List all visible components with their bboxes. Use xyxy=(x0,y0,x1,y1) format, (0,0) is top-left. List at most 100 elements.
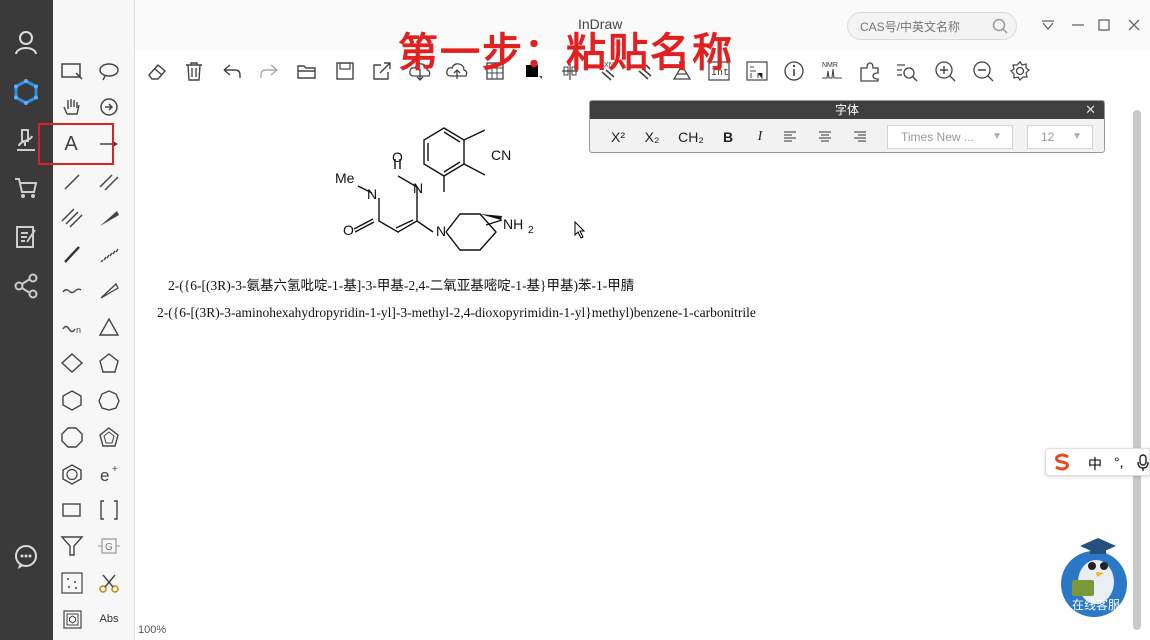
align-left-icon[interactable] xyxy=(780,126,800,148)
vertical-scrollbar[interactable] xyxy=(1133,110,1141,630)
settings-gear-icon[interactable] xyxy=(1006,58,1034,84)
svg-text:n: n xyxy=(76,325,81,335)
eraser-icon[interactable] xyxy=(143,58,171,84)
wavy-bond-icon[interactable] xyxy=(54,274,90,306)
bracket-tool-icon[interactable] xyxy=(91,494,127,526)
font-size-select[interactable]: 12 ▼ xyxy=(1027,125,1093,149)
zoom-out-icon[interactable] xyxy=(969,58,997,84)
molecule-logo-icon[interactable] xyxy=(10,76,42,108)
n-piperidine-label: N xyxy=(436,223,446,239)
pentagon-ring-icon[interactable] xyxy=(91,347,127,379)
nmr-button[interactable]: NMR xyxy=(818,58,846,84)
minimize-icon[interactable] xyxy=(1067,14,1089,36)
template-icon[interactable] xyxy=(54,603,90,635)
font-family-select[interactable]: Times New ... ▼ xyxy=(887,125,1013,149)
triple-bond-icon[interactable] xyxy=(54,201,90,233)
hexagon-ring-icon[interactable] xyxy=(54,384,90,416)
online-service-widget[interactable]: 在线客服 xyxy=(1058,532,1130,618)
triangle-ring-icon[interactable] xyxy=(91,311,127,343)
align-right-icon[interactable] xyxy=(850,126,870,148)
align-center-icon[interactable] xyxy=(815,126,835,148)
text-tool-highlight xyxy=(38,123,114,165)
collapse-menu-icon[interactable] xyxy=(1037,14,1059,36)
notebook-icon[interactable] xyxy=(10,221,42,253)
ime-punct-label[interactable]: °, xyxy=(1114,454,1124,470)
zoom-in-icon[interactable] xyxy=(931,58,959,84)
benzene-ring-icon[interactable] xyxy=(54,458,90,490)
undo-icon[interactable] xyxy=(218,58,246,84)
search-structure-icon[interactable] xyxy=(893,58,921,84)
font-panel-title: 字体 xyxy=(834,103,859,117)
chain-tool-icon[interactable]: n xyxy=(54,311,90,343)
step-title: 第一步：粘贴名称 xyxy=(398,30,734,76)
sogou-logo-icon[interactable] xyxy=(1053,452,1071,475)
nmr-label: NMR xyxy=(822,62,838,69)
rotate-icon[interactable] xyxy=(91,91,127,123)
svg-text:G: G xyxy=(105,542,113,553)
font-panel-header: 字体 ✕ xyxy=(590,101,1104,119)
n3-label: N xyxy=(367,186,377,202)
cart-icon[interactable] xyxy=(10,172,42,204)
rectangle-shape-icon[interactable] xyxy=(54,494,90,526)
single-bond-icon[interactable] xyxy=(54,166,90,198)
group-tool-icon[interactable]: G xyxy=(91,530,127,562)
service-label: 在线客服 xyxy=(1071,598,1120,612)
wedge-bond-icon[interactable] xyxy=(91,201,127,233)
molecule-structure: CN Me N N N O O NH 2 xyxy=(335,127,534,251)
scissors-icon[interactable] xyxy=(91,567,127,599)
heptagon-ring-icon[interactable] xyxy=(91,384,127,416)
lasso-icon[interactable] xyxy=(91,55,127,87)
drawing-canvas[interactable] xyxy=(135,92,1150,640)
superscript-button[interactable]: X² xyxy=(607,126,629,148)
puzzle-icon[interactable] xyxy=(856,58,884,84)
mouse-cursor-icon xyxy=(574,221,586,239)
chevron-down-icon: ▼ xyxy=(992,131,1002,142)
cas-search-box[interactable] xyxy=(847,12,1017,40)
italic-button[interactable]: I xyxy=(752,126,768,148)
select-rect-icon[interactable] xyxy=(54,55,90,87)
hand-icon[interactable] xyxy=(54,91,90,123)
chinese-name-text[interactable]: 2-({6-[(3R)-3-氨基六氢吡啶-1-基]-3-甲基-2,4-二氧亚基嘧… xyxy=(168,274,634,294)
hash-bond-icon[interactable] xyxy=(91,238,127,270)
octagon-ring-icon[interactable] xyxy=(54,421,90,453)
amine-label: NH xyxy=(503,216,523,232)
save-icon[interactable] xyxy=(331,58,359,84)
hollow-wedge-icon[interactable] xyxy=(91,274,127,306)
ime-toolbar[interactable]: 中 °, xyxy=(1045,448,1150,476)
abs-label: Abs xyxy=(99,613,119,625)
microphone-icon[interactable] xyxy=(1137,454,1149,475)
bold-bond-icon[interactable] xyxy=(54,238,90,270)
bold-button[interactable]: B xyxy=(720,126,736,148)
ch2-button[interactable]: CH₂ xyxy=(676,126,706,148)
subscript-button[interactable]: X₂ xyxy=(641,126,663,148)
ime-mode-label[interactable]: 中 xyxy=(1088,454,1102,474)
share-nodes-icon[interactable] xyxy=(10,270,42,302)
abs-stereo-button[interactable]: Abs xyxy=(91,603,127,635)
font-panel-close-icon[interactable]: ✕ xyxy=(1085,101,1096,119)
svg-text:e: e xyxy=(100,466,109,485)
open-folder-icon[interactable] xyxy=(293,58,321,84)
redo-icon[interactable] xyxy=(255,58,283,84)
square-ring-icon[interactable] xyxy=(54,347,90,379)
user-icon[interactable] xyxy=(10,26,42,58)
n1-label: N xyxy=(413,180,423,196)
o-bottom-label: O xyxy=(343,222,354,238)
chat-icon[interactable] xyxy=(10,541,42,573)
cas-search-input[interactable] xyxy=(860,18,985,36)
english-name-text[interactable]: 2-({6-[(3R)-3-aminohexahydropyridin-1-yl… xyxy=(157,305,756,321)
dotted-box-icon[interactable] xyxy=(54,567,90,599)
funnel-icon[interactable] xyxy=(54,530,90,562)
cyclopentadiene-icon[interactable] xyxy=(91,421,127,453)
search-icon[interactable] xyxy=(992,18,1008,39)
double-bond-icon[interactable] xyxy=(91,166,127,198)
formula-mass-icon[interactable] xyxy=(743,58,771,84)
info-icon[interactable] xyxy=(780,58,808,84)
font-panel: 字体 ✕ X² X₂ CH₂ B I Times New ... ▼ 12 ▼ xyxy=(589,100,1105,153)
maximize-icon[interactable] xyxy=(1093,14,1115,36)
o-top-label: O xyxy=(392,149,403,165)
font-family-value: Times New ... xyxy=(901,130,974,144)
delete-icon[interactable] xyxy=(180,58,208,84)
export-icon[interactable] xyxy=(368,58,396,84)
electron-tool-icon[interactable]: e + xyxy=(91,458,127,490)
close-icon[interactable] xyxy=(1123,14,1145,36)
